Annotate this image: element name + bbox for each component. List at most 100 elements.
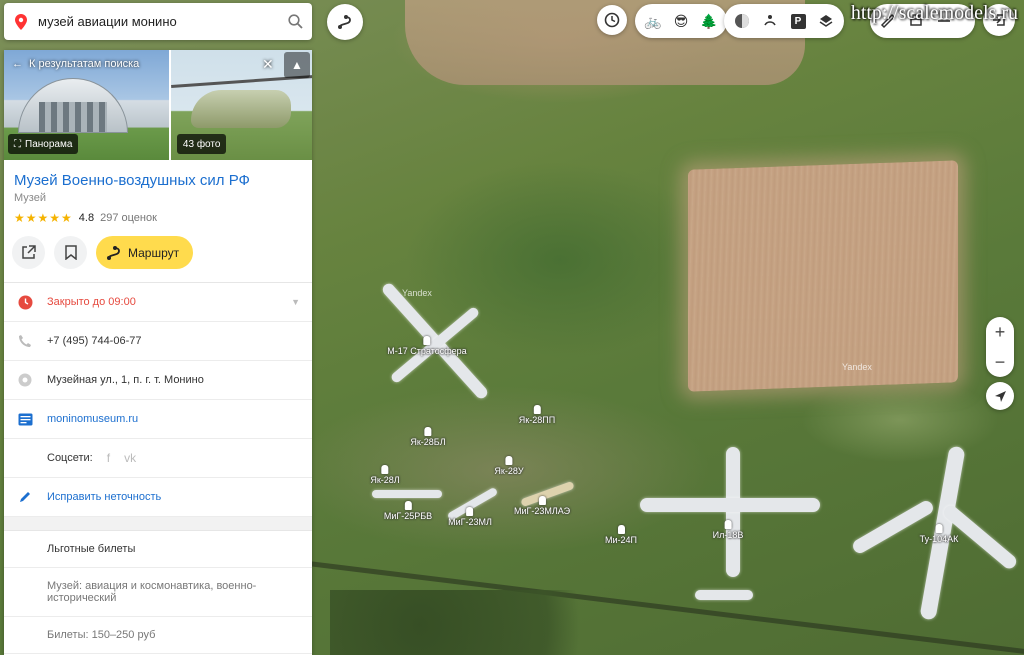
hangar-image [18,78,128,133]
clock-icon [16,293,34,311]
search-bar [4,3,312,40]
tree-cluster [330,590,630,655]
rating-count[interactable]: 297 оценок [100,212,157,224]
helicopter-image [190,90,291,128]
aircraft-small-1 [372,490,442,498]
layers-icon[interactable] [816,11,836,31]
section-divider [4,517,312,531]
tickets-price-row: Билеты: 150–250 руб [4,617,312,654]
address-row[interactable]: Музейная ул., 1, п. г. т. Монино [4,361,312,400]
route-icon [338,15,351,29]
poi-label[interactable]: Ми-24П [605,525,637,545]
museum-pin-icon [423,336,431,345]
route-icon [107,245,120,260]
arrow-left-icon: ← [12,58,23,70]
museum-pin-icon [505,456,513,465]
bookmark-button[interactable] [54,236,87,269]
panorama-icon: ⛶ [14,138,21,150]
close-icon[interactable]: ✕ [262,56,274,73]
place-title[interactable]: Музей Военно-воздушных сил РФ [14,172,302,189]
museum-pin-icon [466,507,474,516]
poi-label[interactable]: Як-28ПП [519,405,555,425]
poi-label[interactable]: М-17 Стратосфера [387,336,467,356]
chevron-up-icon: ▲ [291,58,303,72]
geolocation-button[interactable] [986,382,1014,410]
stars-icon: ★★★★★ [14,211,73,225]
back-to-results-link[interactable]: ← К результатам поиска [12,58,139,70]
action-buttons: Маршрут [12,236,302,269]
map-pin-icon [4,3,38,40]
poi-label[interactable]: Ил-18В [713,520,743,540]
poi-label[interactable]: Як-28БЛ [410,427,446,447]
photo-gallery: ⛶ Панорама 43 фото ← К результатам поиск… [4,50,312,160]
poi-label[interactable]: МиГ-23МЛ [448,507,492,527]
phone-row[interactable]: +7 (495) 744-06-77 [4,322,312,361]
map-watermark: Yandex [402,288,432,298]
time-button[interactable] [597,5,627,35]
transit-icon[interactable] [760,11,780,31]
aircraft-il18-tail [695,590,753,600]
museum-pin-icon [533,405,541,414]
discount-tickets-row[interactable]: Льготные билеты [4,531,312,568]
hours-text: Закрыто до 09:00 [47,296,136,308]
museum-pin-icon [381,465,389,474]
poi-label[interactable]: МиГ-23МЛАЭ [514,496,570,516]
route-planner-button[interactable] [327,4,363,40]
phone-icon [16,332,34,350]
social-row: Соцсети: f vk [4,439,312,478]
edit-row[interactable]: Исправить неточность [4,478,312,517]
layers-pill-leisure[interactable]: 🚲 😎 🌲 [635,4,727,38]
search-input[interactable] [38,14,278,29]
social-links: f vk [107,451,136,465]
facebook-icon[interactable]: f [107,451,110,465]
museum-pin-icon [424,427,432,436]
traffic-icon[interactable] [732,11,752,31]
place-card: ⛶ Панорама 43 фото ← К результатам поиск… [4,50,312,655]
museum-type-row: Музей: авиация и космонавтика, военно-ис… [4,568,312,617]
chevron-down-icon[interactable]: ▼ [291,297,300,307]
route-button[interactable]: Маршрут [96,236,194,269]
search-icon[interactable] [278,14,312,29]
rating-row[interactable]: ★★★★★ 4.8 297 оценок [14,211,302,225]
museum-pin-icon [404,501,412,510]
zoom-out-button[interactable]: − [995,352,1006,373]
museum-pin-icon [724,520,732,529]
pencil-icon [16,488,34,506]
photos-count-badge[interactable]: 43 фото [176,134,227,154]
social-label: Соцсети: [47,452,93,464]
edit-link[interactable]: Исправить неточность [47,491,161,503]
phone-text[interactable]: +7 (495) 744-06-77 [47,335,141,347]
museum-pin-icon [617,525,625,534]
collapse-button[interactable]: ▲ [284,52,310,78]
map-watermark: Yandex [842,362,872,372]
panorama-badge[interactable]: ⛶ Панорама [8,134,79,154]
location-icon [16,371,34,389]
navigation-arrow-icon [994,390,1006,402]
site-watermark: http://scalemodels.ru [850,2,1018,24]
share-button[interactable] [12,236,45,269]
zoom-control: + − [986,317,1014,377]
details-list: Закрыто до 09:00 ▼ +7 (495) 744-06-77 Му… [4,282,312,654]
aircraft-il18-fuselage [726,447,740,577]
hours-row[interactable]: Закрыто до 09:00 ▼ [4,283,312,322]
layers-pill-transport[interactable]: P [724,4,844,38]
poi-label[interactable]: Як-28Л [370,465,400,485]
rating-value: 4.8 [78,212,95,224]
plowed-field [688,160,958,392]
museum-pin-icon [538,496,546,505]
parking-icon[interactable]: P [788,11,808,31]
tree-icon[interactable]: 🌲 [699,11,719,31]
sunglasses-icon[interactable]: 😎 [671,11,691,31]
website-link[interactable]: moninomuseum.ru [47,413,138,425]
address-text: Музейная ул., 1, п. г. т. Монино [47,374,204,386]
clock-icon [604,12,620,28]
website-row[interactable]: moninomuseum.ru [4,400,312,439]
poi-label[interactable]: Ту-104АК [920,524,958,544]
vk-icon[interactable]: vk [124,451,136,465]
zoom-in-button[interactable]: + [995,322,1006,343]
bicycle-icon[interactable]: 🚲 [643,11,663,31]
poi-label[interactable]: Як-28У [494,456,524,476]
museum-pin-icon [935,524,943,533]
aircraft-il18-wing [640,498,820,512]
poi-label[interactable]: МиГ-25РБВ [384,501,432,521]
